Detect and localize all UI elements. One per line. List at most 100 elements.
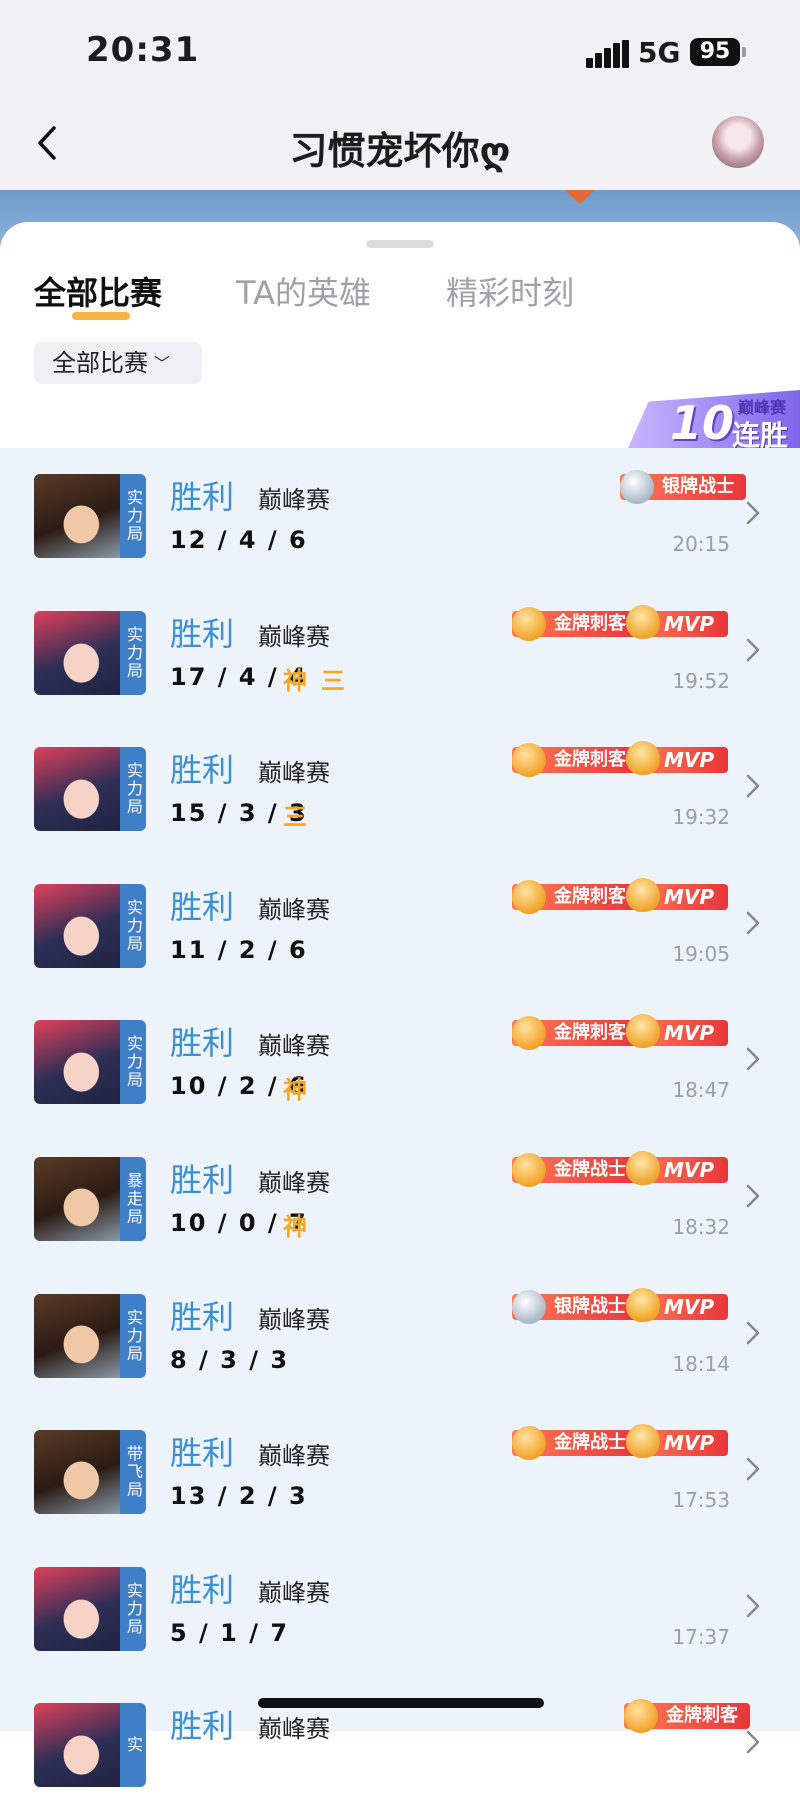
hero-portrait [34, 1020, 120, 1105]
game-type-label: 实力局 [120, 610, 146, 695]
game-type-label: 带飞局 [120, 1430, 146, 1515]
match-mode: 巅峰赛 [258, 1169, 330, 1197]
rank-badge: 银牌战士 [620, 470, 746, 504]
chevron-down-icon: ﹀ [154, 354, 171, 373]
tab-all-matches[interactable]: 全部比赛 [34, 268, 162, 314]
mvp-label: MVP [663, 748, 714, 773]
game-type-label: 实力局 [120, 1020, 146, 1105]
match-mode: 巅峰赛 [258, 759, 330, 788]
chevron-right-icon [746, 1594, 760, 1618]
match-time: 19:05 [672, 941, 730, 966]
rank-badge: 金牌刺客 [512, 743, 638, 778]
hero-thumbnail: 实 [34, 1703, 146, 1788]
achievement-tag: 神 [283, 1213, 307, 1241]
mvp-badge: MVP [626, 1151, 728, 1185]
battery-tip [742, 47, 746, 57]
medal-icon [512, 1289, 546, 1324]
rank-badge: 银牌战士 [512, 1289, 638, 1324]
hero-thumbnail: 实力局 [34, 1566, 146, 1651]
hero-portrait [34, 1430, 120, 1515]
medal-icon [512, 743, 546, 778]
achievement-tag: 神 [283, 1076, 307, 1105]
medal-icon [512, 1153, 546, 1187]
match-time: 19:52 [672, 668, 730, 693]
match-row[interactable]: 实力局 胜利 巅峰赛 10 / 2 / 6 神金牌刺客 MVP 18:47 [0, 994, 800, 1130]
match-row[interactable]: 实力局 胜利 巅峰赛 5 / 1 / 7 17:37 [0, 1541, 800, 1677]
rank-badge: 金牌刺客 [512, 879, 638, 914]
hero-thumbnail: 实力局 [34, 747, 146, 832]
match-time: 17:53 [672, 1488, 730, 1513]
mvp-badge: MVP [626, 1014, 728, 1049]
kda-score: 5 / 1 / 7 [170, 1618, 290, 1647]
mvp-label: MVP [663, 1158, 714, 1182]
badge-label: 金牌刺客 [666, 1705, 738, 1727]
drag-handle[interactable] [366, 240, 434, 248]
chevron-right-icon [746, 638, 760, 661]
mvp-label: MVP [663, 611, 714, 636]
badge-label: 银牌战士 [662, 476, 734, 497]
trophy-icon [626, 1424, 660, 1459]
rank-badge: 金牌战士 [512, 1153, 638, 1187]
mvp-badge: MVP [626, 877, 728, 912]
hero-portrait [34, 1293, 120, 1378]
badge-label: 金牌战士 [554, 1432, 626, 1454]
game-type-label: 实力局 [120, 747, 146, 832]
game-type-label: 实力局 [120, 1293, 146, 1378]
match-time: 18:32 [672, 1215, 730, 1239]
match-time: 17:37 [672, 1624, 730, 1649]
streak-number: 10 [670, 396, 735, 450]
tab-heroes[interactable]: TA的英雄 [236, 268, 371, 314]
mvp-badge: MVP [626, 1287, 728, 1322]
kda-score: 11 / 2 / 6 [170, 935, 308, 964]
match-row[interactable]: 带飞局 胜利 巅峰赛 13 / 2 / 3 金牌战士 MVP 17:53 [0, 1404, 800, 1540]
match-mode: 巅峰赛 [258, 1442, 330, 1471]
hero-portrait [34, 1703, 120, 1788]
network-type: 5G [638, 36, 681, 69]
rank-badge: 金牌刺客 [512, 1016, 638, 1051]
tab-active-indicator [72, 312, 130, 320]
match-mode: 巅峰赛 [258, 1032, 330, 1061]
trophy-icon [626, 1014, 660, 1049]
match-row[interactable]: 暴走局 胜利 巅峰赛 10 / 0 / 7 神金牌战士 MVP 18:32 [0, 1131, 800, 1267]
match-row[interactable]: 实力局 胜利 巅峰赛 15 / 3 / 3 三金牌刺客 MVP 19:32 [0, 721, 800, 857]
badge-label: 金牌刺客 [554, 749, 626, 771]
match-mode: 巅峰赛 [258, 895, 330, 924]
page-title: 习惯宠坏你ღ [289, 129, 511, 173]
game-type-label: 实 [120, 1703, 146, 1788]
tab-highlights[interactable]: 精彩时刻 [446, 268, 574, 314]
match-result: 胜利 [170, 751, 235, 790]
medal-icon [512, 606, 546, 641]
match-result: 胜利 [170, 1297, 235, 1336]
medal-icon [620, 470, 654, 504]
match-time: 19:32 [672, 805, 730, 830]
rank-badge: 金牌刺客 [512, 606, 638, 641]
match-row[interactable]: 实力局 胜利 巅峰赛 8 / 3 / 3 银牌战士 MVP 18:14 [0, 1268, 800, 1404]
match-mode: 巅峰赛 [258, 1715, 330, 1744]
status-bar: 20:31 5G 95 [0, 0, 800, 100]
match-row[interactable]: 实力局 胜利 巅峰赛 12 / 4 / 6 银牌战士 20:15 [0, 448, 800, 584]
match-result: 胜利 [170, 1434, 235, 1473]
match-row[interactable]: 实力局 胜利 巅峰赛 11 / 2 / 6 金牌刺客 MVP 19:05 [0, 858, 800, 994]
hero-portrait [34, 747, 120, 832]
match-list: 实力局 胜利 巅峰赛 12 / 4 / 6 银牌战士 20:15 实力局 胜利 巅峰赛 17 / … [0, 448, 800, 1788]
trophy-icon [626, 1287, 660, 1322]
badge-label: 金牌战士 [554, 1159, 626, 1180]
hero-portrait [34, 610, 120, 695]
hero-thumbnail: 实力局 [34, 1293, 146, 1378]
rank-badge: 金牌刺客 [624, 1699, 750, 1734]
match-result: 胜利 [170, 887, 235, 926]
trophy-icon [626, 877, 660, 912]
badge-label: 金牌刺客 [554, 612, 626, 634]
mvp-label: MVP [663, 1431, 714, 1456]
avatar[interactable] [712, 116, 764, 168]
match-time: 18:14 [672, 1351, 730, 1376]
game-type-label: 实力局 [120, 474, 146, 558]
rank-badge: 金牌战士 [512, 1426, 638, 1461]
hero-thumbnail: 实力局 [34, 474, 146, 558]
chevron-right-icon [746, 1048, 760, 1071]
match-row[interactable]: 实力局 胜利 巅峰赛 17 / 4 / 4 神三金牌刺客 MVP 19:52 [0, 585, 800, 721]
badge-label: 金牌刺客 [554, 885, 626, 907]
home-indicator [258, 1698, 544, 1708]
match-filter-dropdown[interactable]: 全部比赛 ﹀ [34, 342, 202, 384]
hero-thumbnail: 实力局 [34, 610, 146, 695]
